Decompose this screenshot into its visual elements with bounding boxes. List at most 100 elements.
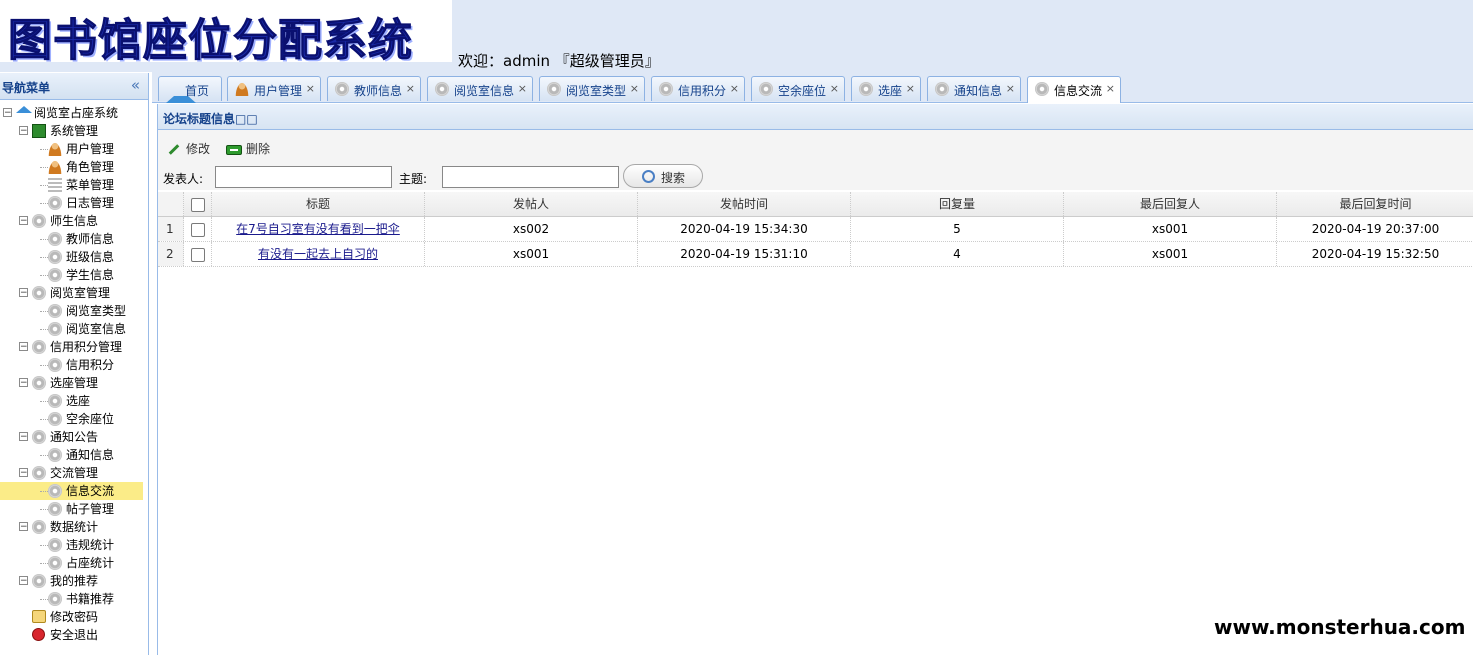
- select-all-checkbox[interactable]: [190, 197, 205, 212]
- col-replies[interactable]: 回复量: [851, 192, 1064, 216]
- collapse-icon[interactable]: «: [131, 76, 140, 94]
- poster-input[interactable]: [215, 166, 392, 188]
- nav-item[interactable]: − 阅览室占座系统: [0, 104, 148, 122]
- nav-item[interactable]: 阅览室信息: [0, 320, 148, 338]
- nav-item[interactable]: 用户管理: [0, 140, 148, 158]
- col-last-replier[interactable]: 最后回复人: [1064, 192, 1277, 216]
- delete-button[interactable]: 删除: [226, 140, 270, 157]
- nav-item-label: 菜单管理: [66, 178, 115, 192]
- table-row[interactable]: 1 在7号自习室有没有看到一把伞 xs002 2020-04-19 15:34:…: [158, 217, 1473, 242]
- row-checkbox[interactable]: [190, 222, 205, 237]
- replies-cell: 5: [851, 217, 1064, 241]
- close-icon[interactable]: ×: [630, 82, 639, 95]
- table-row[interactable]: 2 有没有一起去上自习的 xs001 2020-04-19 15:31:10 4…: [158, 242, 1473, 267]
- tab-item[interactable]: 选座 ×: [851, 76, 921, 101]
- tab-item[interactable]: 空余座位 ×: [751, 76, 845, 101]
- watermark-text: www.monsterhua.com: [1214, 612, 1473, 642]
- tree-toggle-icon[interactable]: −: [19, 216, 28, 226]
- tab-label: 空余座位: [778, 84, 827, 98]
- close-icon[interactable]: ×: [518, 82, 527, 95]
- tree-toggle-icon[interactable]: −: [19, 468, 28, 478]
- nav-item[interactable]: 菜单管理: [0, 176, 148, 194]
- close-icon[interactable]: ×: [1006, 82, 1015, 95]
- nav-item[interactable]: − 通知公告: [0, 428, 148, 446]
- nav-item[interactable]: 阅览室类型: [0, 302, 148, 320]
- tree-toggle-icon[interactable]: −: [19, 522, 28, 532]
- nav-item[interactable]: 空余座位: [0, 410, 148, 428]
- nav-item[interactable]: 信用积分: [0, 356, 148, 374]
- nav-item[interactable]: 选座: [0, 392, 148, 410]
- nav-item[interactable]: 通知信息: [0, 446, 148, 464]
- gear-icon: [335, 82, 349, 96]
- nav-item[interactable]: 角色管理: [0, 158, 148, 176]
- tree-connector: [40, 239, 48, 240]
- col-last-reply-time[interactable]: 最后回复时间: [1277, 192, 1473, 216]
- close-icon[interactable]: ×: [1106, 82, 1115, 95]
- gear-icon: [48, 538, 62, 552]
- tree-toggle-icon[interactable]: −: [3, 108, 12, 118]
- close-icon[interactable]: ×: [830, 82, 839, 95]
- nav-item[interactable]: 书籍推荐: [0, 590, 148, 608]
- tab-item[interactable]: 用户管理 ×: [227, 76, 321, 101]
- nav-item-label: 阅览室占座系统: [34, 106, 119, 120]
- nav-item[interactable]: 违规统计: [0, 536, 148, 554]
- nav-title: 导航菜单: [2, 81, 51, 95]
- post-title-link[interactable]: 在7号自习室有没有看到一把伞: [236, 222, 400, 236]
- col-title[interactable]: 标题: [212, 192, 425, 216]
- tab-item[interactable]: 信用积分 ×: [651, 76, 745, 101]
- nav-item[interactable]: 占座统计: [0, 554, 148, 572]
- close-icon[interactable]: ×: [906, 82, 915, 95]
- nav-item[interactable]: 学生信息: [0, 266, 148, 284]
- home-icon: [16, 106, 32, 113]
- nav-item[interactable]: − 选座管理: [0, 374, 148, 392]
- nav-item[interactable]: 安全退出: [0, 626, 148, 644]
- gear-icon: [48, 556, 62, 570]
- nav-item[interactable]: 信息交流: [0, 482, 143, 500]
- tab-item[interactable]: 阅览室信息 ×: [427, 76, 533, 101]
- row-checkbox[interactable]: [190, 247, 205, 262]
- replies-cell: 4: [851, 242, 1064, 266]
- nav-item[interactable]: − 系统管理: [0, 122, 148, 140]
- tree-connector: [40, 167, 48, 168]
- nav-item[interactable]: − 师生信息: [0, 212, 148, 230]
- close-icon[interactable]: ×: [730, 82, 739, 95]
- nav-item[interactable]: − 交流管理: [0, 464, 148, 482]
- tree-toggle-icon[interactable]: −: [19, 288, 28, 298]
- nav-item-label: 信用积分: [66, 358, 115, 372]
- nav-item[interactable]: 日志管理: [0, 194, 148, 212]
- close-icon[interactable]: ×: [306, 82, 315, 95]
- nav-item[interactable]: − 数据统计: [0, 518, 148, 536]
- lock-icon: [32, 610, 46, 623]
- nav-item[interactable]: 修改密码: [0, 608, 148, 626]
- close-icon[interactable]: ×: [406, 82, 415, 95]
- topic-input[interactable]: [442, 166, 619, 188]
- nav-item[interactable]: − 我的推荐: [0, 572, 148, 590]
- nav-item[interactable]: 帖子管理: [0, 500, 148, 518]
- tree-connector: [40, 365, 48, 366]
- gear-icon: [48, 358, 62, 372]
- tab-item[interactable]: 首页: [158, 76, 222, 103]
- tab-item[interactable]: 阅览室类型 ×: [539, 76, 645, 101]
- tab-item[interactable]: 教师信息 ×: [327, 76, 421, 101]
- tree-toggle-icon[interactable]: −: [19, 342, 28, 352]
- tree-toggle-icon[interactable]: −: [19, 576, 28, 586]
- post-title-link[interactable]: 有没有一起去上自习的: [258, 247, 378, 261]
- col-post-time[interactable]: 发帖时间: [638, 192, 851, 216]
- nav-item-label: 空余座位: [66, 412, 115, 426]
- nav-item[interactable]: 班级信息: [0, 248, 148, 266]
- search-button[interactable]: 搜索: [623, 164, 703, 188]
- nav-item[interactable]: 教师信息: [0, 230, 148, 248]
- tab-item[interactable]: 信息交流 ×: [1027, 76, 1121, 103]
- last-reply-time-cell: 2020-04-19 15:32:50: [1311, 247, 1440, 261]
- edit-button[interactable]: 修改: [168, 140, 210, 157]
- nav-item[interactable]: − 阅览室管理: [0, 284, 148, 302]
- tree-toggle-icon[interactable]: −: [19, 432, 28, 442]
- tree-toggle-icon[interactable]: −: [19, 126, 28, 136]
- tab-item[interactable]: 通知信息 ×: [927, 76, 1021, 101]
- poster-cell: xs002: [425, 217, 638, 241]
- nav-item[interactable]: − 信用积分管理: [0, 338, 148, 356]
- nav-item-label: 信用积分管理: [50, 340, 123, 354]
- col-poster[interactable]: 发帖人: [425, 192, 638, 216]
- tree-connector: [40, 275, 48, 276]
- tree-toggle-icon[interactable]: −: [19, 378, 28, 388]
